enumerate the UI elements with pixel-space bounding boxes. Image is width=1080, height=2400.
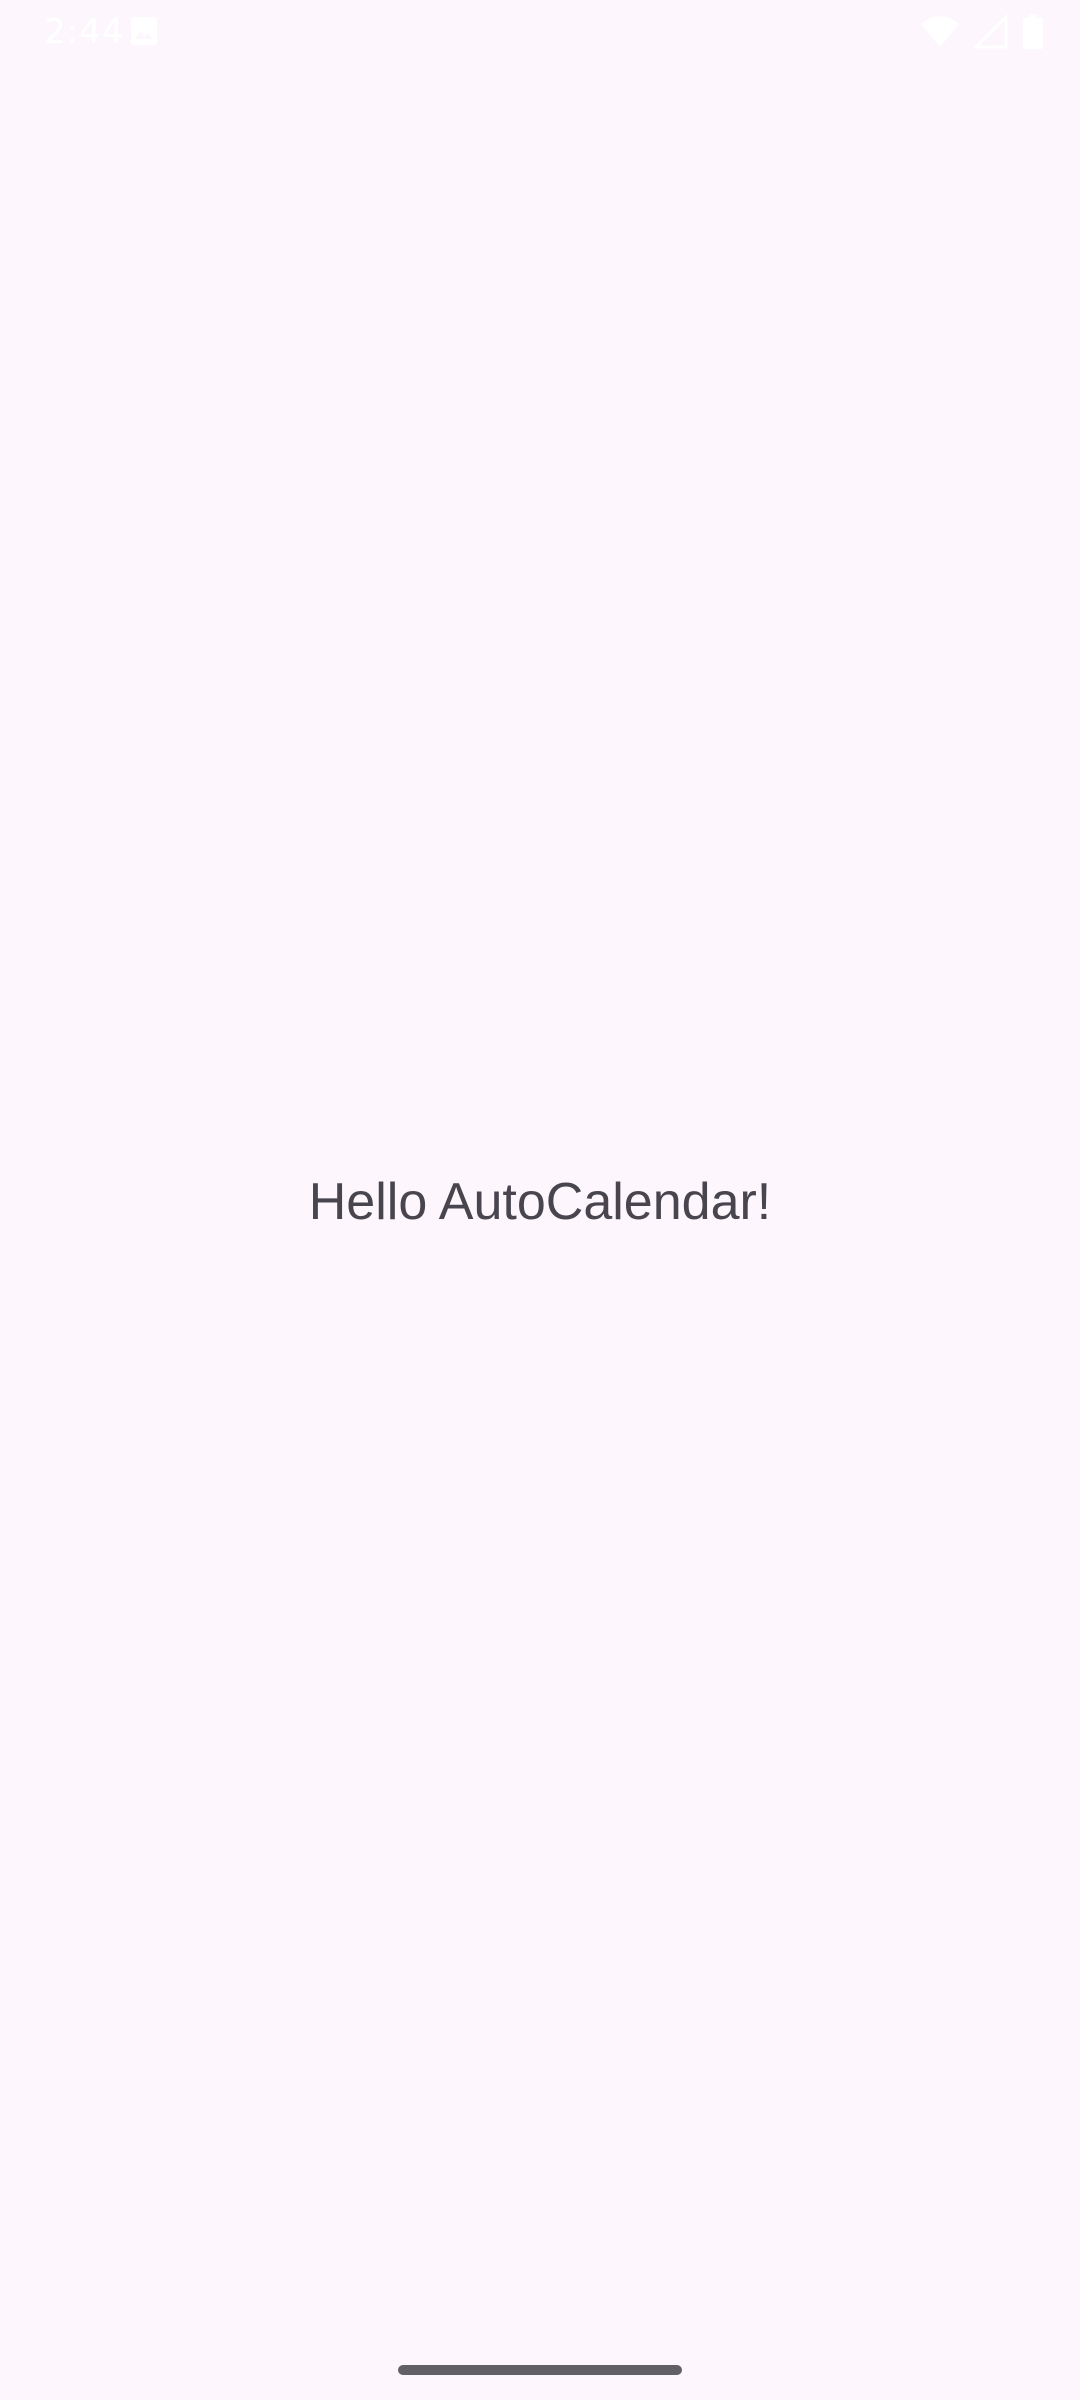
status-icons <box>920 12 1044 52</box>
gallery-notification-icon <box>130 16 158 46</box>
app-screen: 2:44 Hello AutoCalendar! <box>0 0 1080 2400</box>
gesture-navigation-handle[interactable] <box>398 2365 682 2375</box>
cellular-signal-icon <box>974 15 1008 49</box>
wifi-icon <box>920 15 960 49</box>
greeting-text: Hello AutoCalendar! <box>308 1173 772 1231</box>
battery-icon <box>1022 14 1044 50</box>
status-time: 2:44 <box>44 12 125 52</box>
status-bar: 2:44 <box>0 0 1080 64</box>
